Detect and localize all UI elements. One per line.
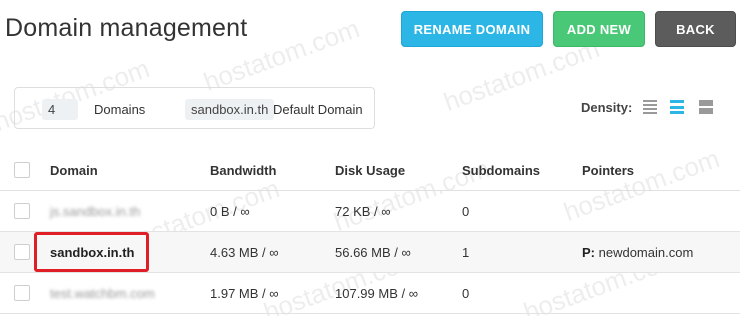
column-header-disk-usage[interactable]: Disk Usage [335,163,405,178]
bandwidth-value: 0 B / ∞ [210,204,250,219]
density-medium-icon[interactable] [670,100,684,114]
disk-usage-value: 72 KB / ∞ [335,204,391,219]
pointers-value: P: newdomain.com [582,245,693,260]
domain-summary: 4 Domains sandbox.in.th Default Domain [14,87,375,129]
pointer-domain: newdomain.com [598,245,694,260]
highlight-box [34,232,149,272]
select-all-checkbox[interactable] [14,162,30,178]
row-checkbox[interactable] [14,285,30,301]
page-title: Domain management [5,14,248,42]
density-compact-icon[interactable] [643,100,657,114]
domain-count-badge: 4 [42,99,78,120]
bandwidth-value: 1.97 MB / ∞ [210,286,279,301]
disk-usage-value: 56.66 MB / ∞ [335,245,411,260]
column-header-bandwidth[interactable]: Bandwidth [210,163,276,178]
column-header-pointers[interactable]: Pointers [582,163,634,178]
back-button[interactable]: BACK [655,11,736,47]
subdomains-value: 0 [462,204,470,219]
table-row: test.watchbm.com 1.97 MB / ∞ 107.99 MB /… [0,273,740,314]
default-domain-badge: sandbox.in.th [185,99,275,120]
density-large-icon[interactable] [699,100,713,114]
row-checkbox[interactable] [14,244,30,260]
table-row: js.sandbox.in.th 0 B / ∞ 72 KB / ∞ 0 [0,191,740,232]
density-label: Density: [581,100,633,115]
domain-name-link[interactable]: test.watchbm.com [50,286,155,301]
bandwidth-value: 4.63 MB / ∞ [210,245,279,260]
disk-usage-value: 107.99 MB / ∞ [335,286,418,301]
pointer-prefix: P: [582,245,595,260]
row-checkbox[interactable] [14,203,30,219]
column-header-subdomains[interactable]: Subdomains [462,163,540,178]
domain-name-link[interactable]: js.sandbox.in.th [50,204,140,219]
subdomains-value: 0 [462,286,470,301]
rename-domain-button[interactable]: RENAME DOMAIN [401,11,543,47]
table-header-row: Domain Bandwidth Disk Usage Subdomains P… [0,150,740,191]
column-header-domain[interactable]: Domain [50,163,98,178]
add-new-button[interactable]: ADD NEW [553,11,645,47]
subdomains-value: 1 [462,245,470,260]
default-domain-label: Default Domain [273,102,363,117]
domain-count-label: Domains [94,102,146,117]
